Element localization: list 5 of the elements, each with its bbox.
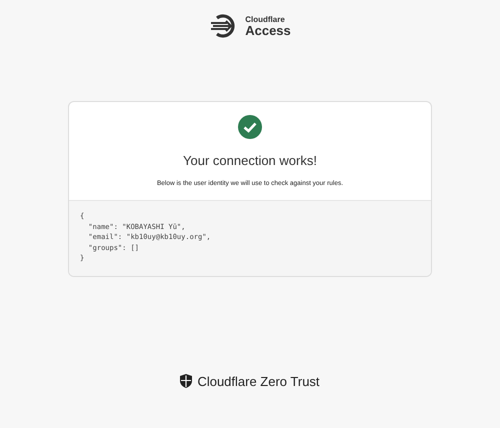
footer-brand: Cloudflare Zero Trust (197, 374, 320, 388)
product-name: Access (245, 24, 291, 36)
brand-name: Cloudflare (245, 16, 286, 24)
result-title: Your connection works! (183, 153, 317, 168)
shield-icon (180, 374, 192, 388)
